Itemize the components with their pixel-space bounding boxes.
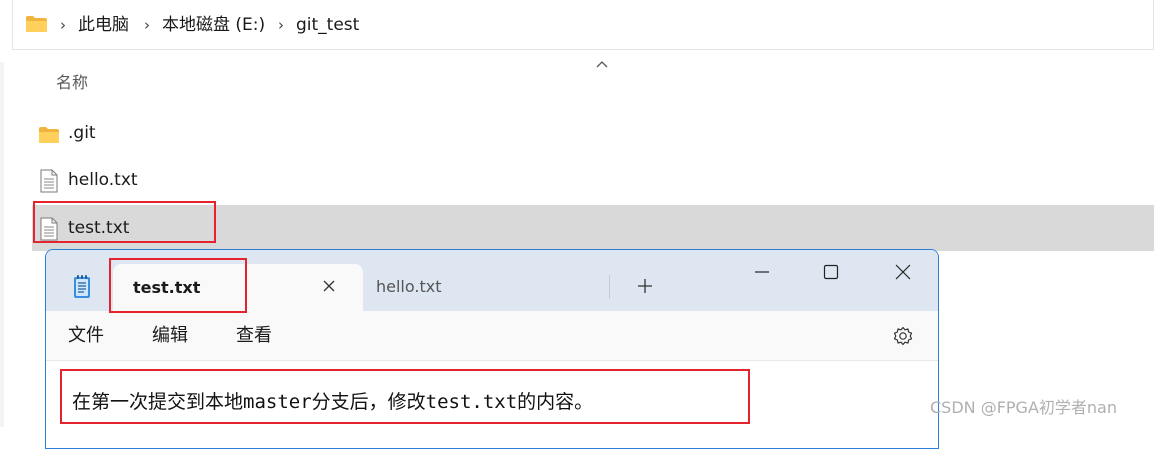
watermark: CSDN @FPGA初学者nan: [930, 398, 1117, 417]
minimize-icon[interactable]: [753, 263, 771, 281]
file-name: hello.txt: [68, 170, 138, 190]
file-name: .git: [68, 123, 96, 143]
menu-edit[interactable]: 编辑: [152, 324, 188, 348]
maximize-icon[interactable]: [822, 263, 840, 281]
tab-divider: [609, 275, 610, 299]
menu-file[interactable]: 文件: [68, 324, 104, 348]
navigation-pane-edge: [0, 62, 4, 427]
highlight-box-test-txt: [33, 201, 216, 243]
file-row-git-folder[interactable]: .git: [32, 110, 1154, 156]
folder-icon: [26, 16, 47, 32]
chevron-right-icon: ›: [144, 16, 150, 34]
address-bar[interactable]: › 此电脑 › 本地磁盘 (E:) › git_test: [12, 0, 1154, 50]
folder-icon: [39, 127, 59, 143]
column-header-name[interactable]: 名称: [56, 72, 88, 94]
breadcrumb-git-test[interactable]: git_test: [296, 14, 359, 36]
file-row-hello-txt[interactable]: hello.txt: [32, 157, 1154, 203]
plus-icon[interactable]: [636, 277, 654, 295]
notepad-icon: [74, 275, 90, 298]
breadcrumb-this-pc[interactable]: 此电脑: [78, 14, 129, 36]
gear-icon[interactable]: [891, 324, 915, 348]
breadcrumb-local-disk[interactable]: 本地磁盘 (E:): [162, 14, 265, 36]
highlight-box-content: [60, 369, 750, 424]
sort-ascending-icon[interactable]: [594, 58, 610, 70]
highlight-box-tab: [109, 258, 247, 313]
menu-view[interactable]: 查看: [236, 324, 272, 348]
chevron-right-icon: ›: [60, 16, 66, 34]
chevron-right-icon: ›: [278, 16, 284, 34]
close-icon[interactable]: [321, 278, 337, 294]
text-file-icon: [40, 169, 58, 193]
notepad-menubar: 文件 编辑 查看: [46, 311, 938, 361]
close-window-icon[interactable]: [894, 263, 912, 281]
tab-hello-txt[interactable]: hello.txt: [376, 276, 441, 298]
